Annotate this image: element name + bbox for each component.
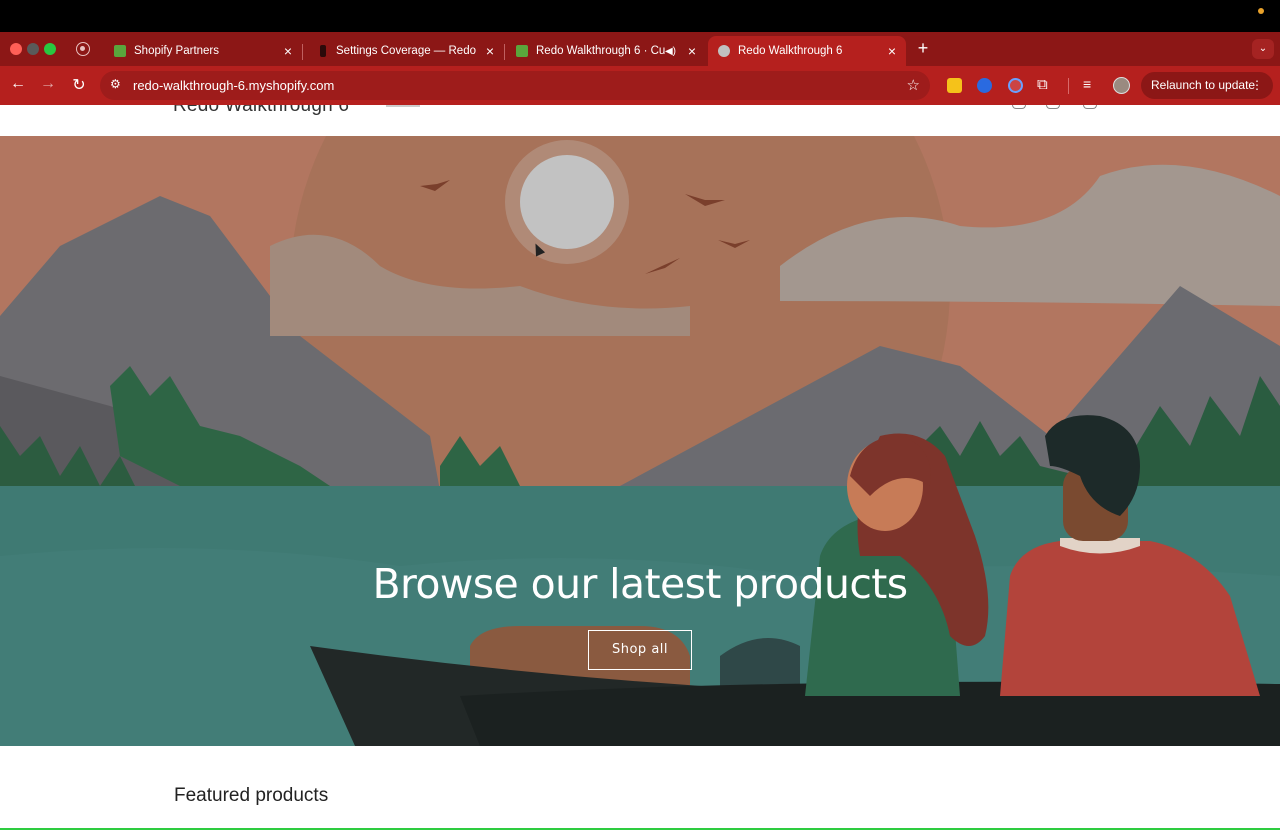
extension-yellow-icon[interactable] (947, 78, 962, 93)
extension-blue-icon[interactable] (977, 78, 992, 93)
close-icon[interactable]: × (482, 43, 498, 59)
window-minimize-button[interactable] (27, 43, 39, 55)
shopify-icon (516, 45, 528, 57)
extensions-puzzle-icon[interactable]: ⧉ (1037, 76, 1055, 93)
url-text[interactable]: redo-walkthrough-6.myshopify.com (133, 78, 334, 93)
hero-heading: Browse our latest products (372, 560, 908, 608)
profile-avatar[interactable] (1113, 77, 1130, 94)
shop-all-button[interactable]: Shop all (588, 630, 692, 670)
more-menu-icon[interactable]: ⋮ (1251, 72, 1263, 99)
extension-badge-icon[interactable] (1008, 78, 1023, 93)
tab-title: Shopify Partners (134, 45, 220, 57)
toolbar-divider (1068, 78, 1069, 94)
bookmark-star-icon[interactable]: ☆ (907, 76, 920, 94)
new-tab-button[interactable]: + (914, 38, 932, 59)
tab-title: Redo Walkthrough 6 (738, 45, 843, 57)
speaker-icon[interactable]: ◀) (665, 46, 676, 57)
address-bar[interactable]: ⚙ redo-walkthrough-6.myshopify.com ☆ (100, 71, 930, 100)
site-settings-icon[interactable]: ⚙ (110, 77, 121, 91)
shopify-icon (114, 45, 126, 57)
tab-title: Settings Coverage — Redo (336, 45, 476, 57)
nav-active-underline (386, 105, 420, 107)
tab-divider (302, 44, 303, 60)
account-icon[interactable] (1046, 105, 1060, 109)
tab-divider (504, 44, 505, 60)
relaunch-label: Relaunch to update (1151, 78, 1256, 92)
store-page: Redo Walkthrough 6 Browse our latest pro… (0, 105, 1280, 830)
reload-icon[interactable]: ↻ (69, 75, 89, 95)
recording-indicator (1258, 8, 1264, 14)
tab-strip: Shopify Partners × Settings Coverage — R… (0, 32, 1280, 66)
browser-toolbar: ← → ↻ ⚙ redo-walkthrough-6.myshopify.com… (0, 66, 1280, 105)
featured-products-heading: Featured products (174, 785, 329, 806)
tab-shopify-partners[interactable]: Shopify Partners × (104, 36, 302, 66)
tab-redo-walkthrough-6[interactable]: Redo Walkthrough 6 × (708, 36, 906, 66)
cart-icon[interactable] (1083, 105, 1097, 109)
tab-settings-coverage[interactable]: Settings Coverage — Redo × (306, 36, 504, 66)
window-zoom-button[interactable] (44, 43, 56, 55)
tab-search-icon[interactable] (76, 42, 90, 56)
close-icon[interactable]: × (684, 43, 700, 59)
system-top-bar (0, 0, 1280, 32)
search-icon[interactable] (1012, 105, 1026, 109)
window-close-button[interactable] (10, 43, 22, 55)
forward-arrow-icon[interactable]: → (38, 75, 58, 93)
close-icon[interactable]: × (884, 43, 900, 59)
hero-banner: Browse our latest products Shop all (0, 136, 1280, 746)
tab-redo-walkthrough-customize[interactable]: Redo Walkthrough 6 · Cus ◀) × (506, 36, 706, 66)
relaunch-to-update-button[interactable]: Relaunch to update ⋮ (1141, 72, 1273, 99)
tab-list-button[interactable]: ⌄ (1252, 39, 1274, 59)
media-controls-icon[interactable]: ≡ (1083, 76, 1091, 92)
redo-icon (320, 45, 326, 57)
store-logo-title[interactable]: Redo Walkthrough 6 (173, 105, 349, 117)
globe-icon (718, 45, 730, 57)
close-icon[interactable]: × (280, 43, 296, 59)
tab-title: Redo Walkthrough 6 · Cus (536, 45, 665, 57)
back-arrow-icon[interactable]: ← (8, 75, 28, 93)
